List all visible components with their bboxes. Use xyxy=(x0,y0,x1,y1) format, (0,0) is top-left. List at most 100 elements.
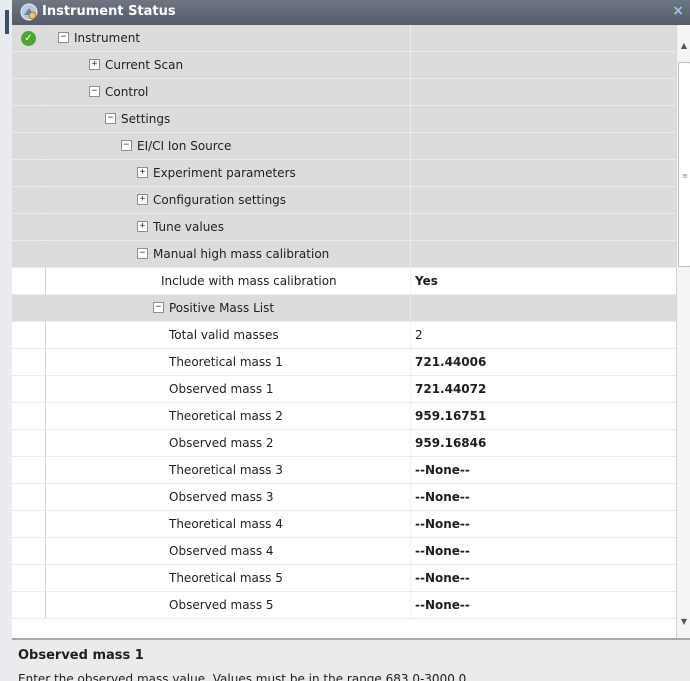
tree-category-row[interactable]: + Tune values xyxy=(12,214,676,241)
property-value xyxy=(410,295,676,321)
property-name: − Control xyxy=(46,79,452,105)
tree-category-row[interactable]: + Configuration settings xyxy=(12,187,676,214)
grip-icon: ≡ xyxy=(682,172,688,180)
property-value xyxy=(410,241,676,267)
property-label: Observed mass 4 xyxy=(169,544,274,558)
property-value xyxy=(410,52,676,78)
collapse-icon[interactable]: − xyxy=(58,32,69,43)
property-value xyxy=(410,187,676,213)
expand-icon[interactable]: + xyxy=(137,167,148,178)
property-value[interactable]: --None-- xyxy=(410,484,676,510)
property-label: Total valid masses xyxy=(169,328,279,342)
property-value xyxy=(410,160,676,186)
property-label: Positive Mass List xyxy=(169,301,275,315)
property-label: Observed mass 1 xyxy=(169,382,274,396)
tree-category-row[interactable]: − Settings xyxy=(12,106,676,133)
property-name: − Instrument xyxy=(46,25,421,51)
status-cell xyxy=(12,214,46,240)
property-value[interactable]: --None-- xyxy=(410,511,676,537)
description-pane: Observed mass 1 Enter the observed mass … xyxy=(12,638,690,681)
status-cell xyxy=(12,160,46,186)
status-cell xyxy=(12,79,46,105)
status-cell xyxy=(12,565,46,591)
property-value[interactable]: 721.44072 xyxy=(410,376,676,402)
property-row[interactable]: Observed mass 1 721.44072 xyxy=(12,376,676,403)
status-cell: ✓ xyxy=(12,25,46,51)
status-cell xyxy=(12,241,46,267)
property-row[interactable]: Observed mass 3 --None-- xyxy=(12,484,676,511)
property-row[interactable]: Include with mass calibration Yes xyxy=(12,268,676,295)
status-cell xyxy=(12,592,46,618)
tree-category-row[interactable]: − Manual high mass calibration xyxy=(12,241,676,268)
property-label: Settings xyxy=(121,112,171,126)
status-cell xyxy=(12,349,46,375)
property-row[interactable]: Observed mass 5 --None-- xyxy=(12,592,676,619)
property-row[interactable]: Theoretical mass 5 --None-- xyxy=(12,565,676,592)
property-label: Theoretical mass 2 xyxy=(169,409,283,423)
property-grid: ✓ − Instrument + Current Scan − Control − Settin… xyxy=(12,25,676,638)
status-cell xyxy=(12,295,46,321)
checkmark-icon: ✓ xyxy=(21,31,36,46)
collapse-icon[interactable]: − xyxy=(153,302,164,313)
property-value[interactable]: --None-- xyxy=(410,592,676,618)
property-value[interactable]: 2 xyxy=(410,322,676,348)
expand-icon[interactable]: + xyxy=(89,59,100,70)
instrument-status-panel: Instrument Status × ✓ − Instrument + Current… xyxy=(12,0,690,681)
status-cell xyxy=(12,106,46,132)
close-icon[interactable]: × xyxy=(672,3,684,19)
property-value xyxy=(410,106,676,132)
property-label: EI/CI Ion Source xyxy=(137,139,232,153)
property-row[interactable]: Observed mass 4 --None-- xyxy=(12,538,676,565)
property-label: Control xyxy=(105,85,149,99)
collapse-icon[interactable]: − xyxy=(121,140,132,151)
property-value[interactable]: 959.16751 xyxy=(410,403,676,429)
status-cell xyxy=(12,322,46,348)
tree-category-row[interactable]: ✓ − Instrument xyxy=(12,25,676,52)
panel-title: Instrument Status xyxy=(42,4,176,19)
property-value[interactable]: --None-- xyxy=(410,538,676,564)
scrollbar-thumb[interactable]: ≡ xyxy=(678,62,690,267)
collapse-icon[interactable]: − xyxy=(89,86,100,97)
dock-marker xyxy=(5,10,9,34)
tree-category-row[interactable]: + Experiment parameters xyxy=(12,160,676,187)
property-label: Experiment parameters xyxy=(153,166,296,180)
collapse-icon[interactable]: − xyxy=(105,113,116,124)
scroll-down-arrow-icon[interactable]: ▼ xyxy=(677,615,690,629)
property-label: Configuration settings xyxy=(153,193,287,207)
property-row[interactable]: Theoretical mass 1 721.44006 xyxy=(12,349,676,376)
description-text: Enter the observed mass value. Values mu… xyxy=(18,672,467,681)
property-row[interactable]: Theoretical mass 4 --None-- xyxy=(12,511,676,538)
status-cell xyxy=(12,52,46,78)
property-value[interactable]: 721.44006 xyxy=(410,349,676,375)
property-label: Theoretical mass 3 xyxy=(169,463,283,477)
row-divider xyxy=(12,618,676,619)
property-value[interactable]: 959.16846 xyxy=(410,430,676,456)
tree-category-row[interactable]: − EI/CI Ion Source xyxy=(12,133,676,160)
scroll-up-arrow-icon[interactable]: ▲ xyxy=(677,39,690,53)
property-row[interactable]: Theoretical mass 3 --None-- xyxy=(12,457,676,484)
status-cell xyxy=(12,376,46,402)
property-value[interactable]: Yes xyxy=(410,268,676,294)
tree-category-row[interactable]: − Positive Mass List xyxy=(12,295,676,322)
property-label: Theoretical mass 1 xyxy=(169,355,283,369)
property-label: Observed mass 3 xyxy=(169,490,274,504)
property-label: Current Scan xyxy=(105,58,184,72)
property-value xyxy=(410,133,676,159)
expand-icon[interactable]: + xyxy=(137,194,148,205)
property-row[interactable]: Theoretical mass 2 959.16751 xyxy=(12,403,676,430)
property-value[interactable]: --None-- xyxy=(410,565,676,591)
instrument-status-icon xyxy=(20,3,38,21)
expand-icon[interactable]: + xyxy=(137,221,148,232)
collapse-icon[interactable]: − xyxy=(137,248,148,259)
property-row[interactable]: Total valid masses 2 xyxy=(12,322,676,349)
property-value[interactable]: --None-- xyxy=(410,457,676,483)
property-value xyxy=(410,25,676,51)
status-cell xyxy=(12,430,46,456)
status-cell xyxy=(12,268,46,294)
vertical-scrollbar[interactable]: ▲ ≡ ▼ xyxy=(676,25,690,638)
status-cell xyxy=(12,484,46,510)
property-row[interactable]: Observed mass 2 959.16846 xyxy=(12,430,676,457)
tree-category-row[interactable]: − Control xyxy=(12,79,676,106)
tree-category-row[interactable]: + Current Scan xyxy=(12,52,676,79)
title-bar: Instrument Status × xyxy=(12,0,690,26)
